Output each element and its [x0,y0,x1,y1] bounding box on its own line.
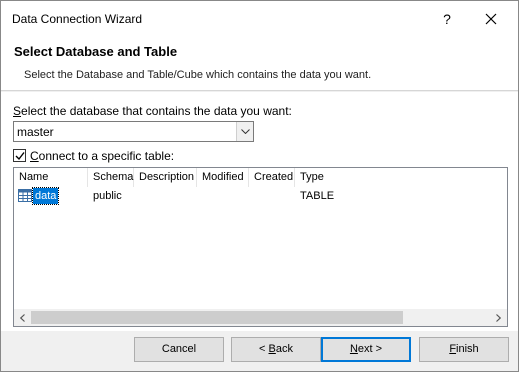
connect-table-checkbox[interactable] [13,149,26,162]
row-schema: public [93,190,122,202]
chevron-right-icon [496,314,501,322]
scroll-right-button[interactable] [490,309,507,326]
chevron-left-icon [20,314,25,322]
cancel-button[interactable]: Cancel [134,337,224,362]
back-button-accel: B [268,343,276,355]
next-button-accel: N [349,343,358,355]
checkmark-icon [15,152,25,161]
row-created [249,187,295,205]
row-name-cell: data [14,187,88,205]
back-button-text: ack [275,343,293,355]
row-description [134,187,197,205]
column-header-name[interactable]: Name [14,168,88,187]
button-bar: Cancel < Back Next > Finish [1,331,518,371]
row-name: data [31,187,60,205]
row-modified [197,187,249,205]
wizard-content: Select the database that contains the da… [1,92,518,331]
scroll-left-button[interactable] [14,309,31,326]
connect-table-label[interactable]: Connect to a specific table: [30,149,174,163]
chevron-down-icon [241,129,250,134]
connect-table-label-text: onnect to a specific table: [38,149,175,163]
back-button[interactable]: < Back [231,337,321,362]
title-bar: Data Connection Wizard ? [1,1,518,37]
help-button[interactable]: ? [433,5,461,33]
horizontal-scrollbar[interactable] [14,309,507,326]
table-list-header: Name Schema Description Modified Created… [14,168,507,187]
finish-button[interactable]: Finish [419,337,509,362]
database-select-value: master [17,125,54,139]
page-title: Select Database and Table [14,44,178,59]
table-icon [18,189,32,202]
finish-button-text: inish [456,343,479,355]
table-list[interactable]: Name Schema Description Modified Created… [13,167,508,327]
database-dropdown-button[interactable] [236,122,253,141]
scrollbar-thumb[interactable] [31,311,403,324]
column-header-type[interactable]: Type [295,168,507,187]
column-header-schema[interactable]: Schema [88,168,134,187]
next-button-text: ext > [357,343,383,355]
window-title: Data Connection Wizard [12,12,143,26]
help-icon: ? [443,11,451,27]
database-label: Select the database that contains the da… [13,104,292,118]
database-label-text: elect the database that contains the dat… [21,104,292,118]
database-select[interactable]: master [13,121,254,142]
table-row[interactable]: data public TABLE [14,187,507,205]
back-button-prefix: < [259,343,269,355]
column-header-description[interactable]: Description [134,168,197,187]
dialog-window: Data Connection Wizard ? Select Database… [0,0,519,372]
next-button[interactable]: Next > [321,337,411,362]
column-header-modified[interactable]: Modified [197,168,249,187]
page-subtitle: Select the Database and Table/Cube which… [24,69,372,81]
column-header-created[interactable]: Created [249,168,295,187]
row-type: TABLE [300,190,335,202]
close-button[interactable] [475,5,507,33]
database-label-accel: S [13,104,22,118]
connect-table-label-accel: C [30,149,39,163]
close-icon [485,13,497,25]
wizard-header: Select Database and Table Select the Dat… [1,37,518,91]
